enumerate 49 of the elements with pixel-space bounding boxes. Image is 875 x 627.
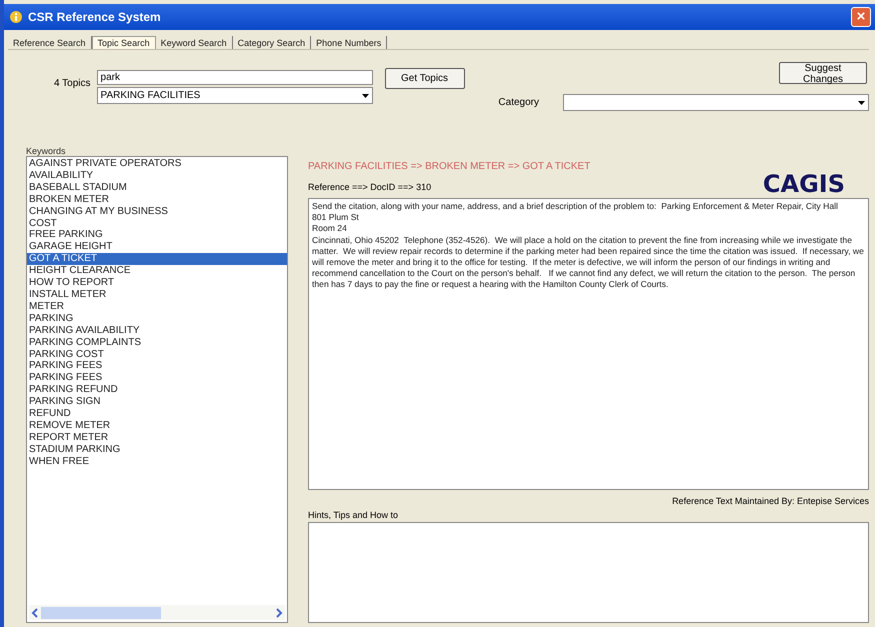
logo: CAGIS xyxy=(762,170,845,198)
keyword-item[interactable]: CHANGING AT MY BUSINESS xyxy=(27,206,287,218)
info-icon xyxy=(10,11,22,23)
maintained-by-text: Reference Text Maintained By: Entepise Services xyxy=(672,496,869,506)
category-dropdown[interactable] xyxy=(563,94,869,111)
keyword-item[interactable]: METER xyxy=(27,300,287,313)
reference-text-area[interactable]: Send the citation, along with your name, address, and a brief description of the problem to: Parking Enforcement & Meter Repair, City Hall 801 Plum St Room 24 Cincinnati, Ohio 45202 Telephone (352-4526). We will place a hold on the citation to prevent the fine from increasing while we investigate the matter. We will review repair records to determine if the parking meter had been repaired since the time the citation was issued. If necessary, we will remove the meter and bring it to the office for testing. If the meter is defective, we will inform the person of our findings in writing and recommend cancellation to the Court on the person's behalf. If we cannot find any defect, we will return the citation to the person. The person then has 7 days to pay the fine or request a hearing with the Hamilton County Clerk of Courts. xyxy=(308,198,869,490)
tab[interactable]: Category Search xyxy=(232,36,312,49)
horizontal-scrollbar[interactable] xyxy=(29,605,285,620)
keyword-item[interactable]: PARKING COMPLAINTS xyxy=(27,336,287,348)
category-label: Category xyxy=(498,97,539,108)
keyword-item[interactable]: REMOVE METER xyxy=(27,420,287,432)
window-title: CSR Reference System xyxy=(28,10,162,24)
hints-label: Hints, Tips and How to xyxy=(308,510,398,520)
keyword-item[interactable]: PARKING xyxy=(27,312,287,325)
keyword-item[interactable]: REPORT METER xyxy=(27,432,287,444)
suggest-changes-button[interactable]: Suggest Changes xyxy=(779,62,867,84)
tab[interactable]: Topic Search xyxy=(92,36,156,49)
breadcrumb: PARKING FACILITIES => BROKEN METER => GOT A TICKET xyxy=(308,161,590,172)
keyword-item[interactable]: GOT A TICKET xyxy=(27,253,287,266)
keyword-item[interactable]: HEIGHT CLEARANCE xyxy=(27,265,287,278)
keyword-item[interactable]: HOW TO REPORT xyxy=(27,277,287,289)
reference-text: Reference ==> DocID ==> 310 xyxy=(308,182,432,192)
keyword-item[interactable]: PARKING COST xyxy=(27,348,287,360)
keywords-label: Keywords xyxy=(26,146,67,156)
keyword-item[interactable]: FREE PARKING xyxy=(27,229,287,242)
topic-count-label: 4 Topics xyxy=(54,78,91,89)
keyword-item[interactable]: AVAILABILITY xyxy=(27,170,287,182)
keyword-item[interactable]: COST xyxy=(27,218,287,230)
keyword-item[interactable]: BASEBALL STADIUM xyxy=(27,182,287,194)
search-field[interactable]: park xyxy=(96,70,373,85)
keyword-item[interactable]: PARKING REFUND xyxy=(27,384,287,396)
keyword-item[interactable]: STADIUM PARKING xyxy=(27,444,287,456)
keyword-item[interactable]: INSTALL METER xyxy=(27,288,287,301)
keyword-item[interactable]: PARKING SIGN xyxy=(27,396,287,408)
get-topics-button[interactable]: Get Topics xyxy=(384,68,465,89)
keyword-item[interactable]: GARAGE HEIGHT xyxy=(27,241,287,254)
tab[interactable]: Phone Numbers xyxy=(311,36,388,49)
keyword-item[interactable]: PARKING AVAILABILITY xyxy=(27,324,287,337)
close-button[interactable]: × xyxy=(851,7,871,27)
keyword-item[interactable]: WHEN FREE xyxy=(27,456,287,468)
keyword-item[interactable]: REFUND xyxy=(27,408,287,420)
topic-dropdown[interactable]: PARKING FACILITIES xyxy=(96,87,373,104)
hints-text-area[interactable] xyxy=(308,522,869,623)
tab[interactable]: Keyword Search xyxy=(156,36,233,49)
keyword-item[interactable]: AGAINST PRIVATE OPERATORS xyxy=(27,158,287,170)
keyword-item[interactable]: BROKEN METER xyxy=(27,194,287,206)
keyword-item[interactable]: PARKING FEES xyxy=(27,372,287,384)
keyword-item[interactable]: PARKING FEES xyxy=(27,360,287,372)
